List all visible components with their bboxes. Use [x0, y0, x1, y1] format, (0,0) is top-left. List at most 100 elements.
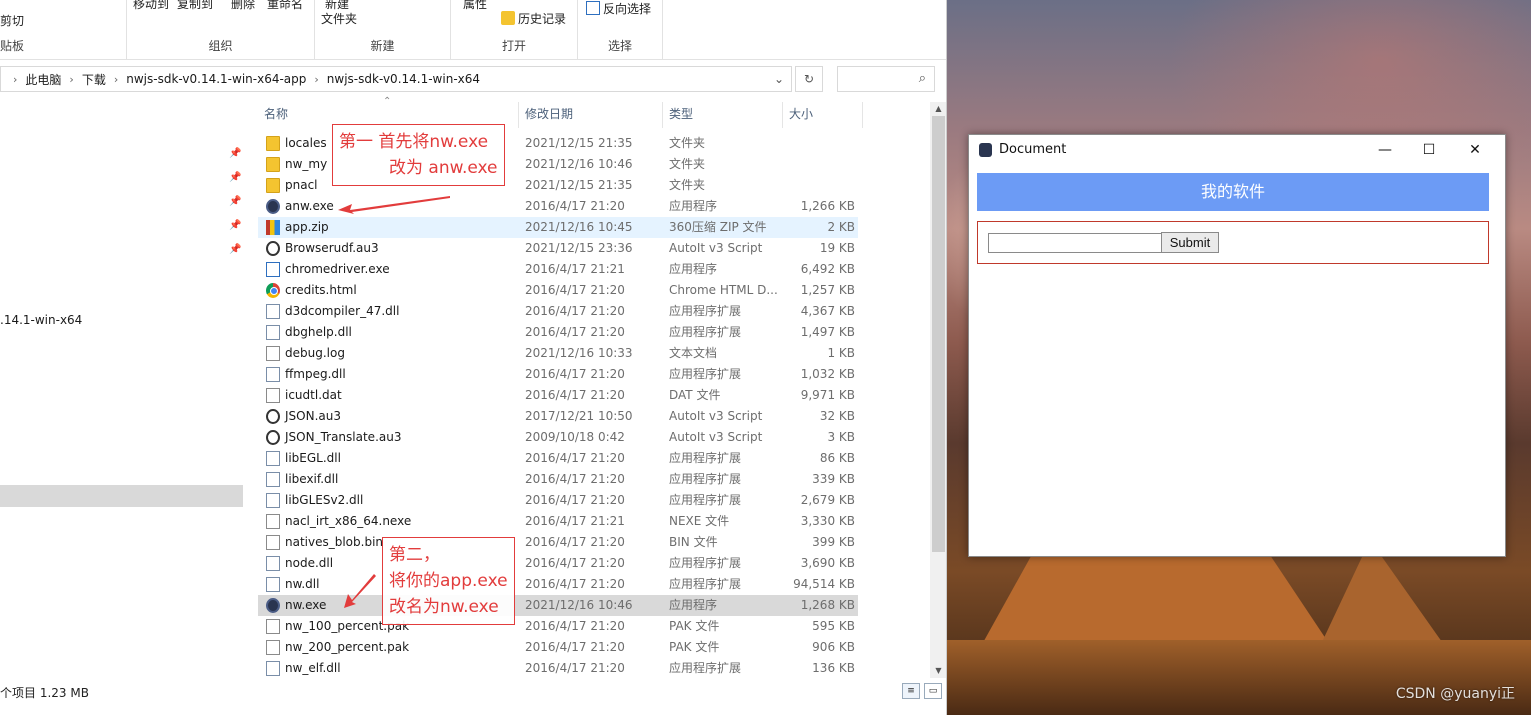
pin-icon[interactable]: 📌 — [229, 196, 241, 207]
column-header-type[interactable]: 类型 — [663, 102, 783, 128]
file-row[interactable]: icudtl.dat 2016/4/17 21:20 DAT 文件 9,971 KB — [258, 385, 858, 406]
file-row[interactable]: credits.html 2016/4/17 21:20 Chrome HTML D… — [258, 280, 858, 301]
search-icon: ⌕ — [918, 71, 926, 86]
file-row[interactable]: libGLESv2.dll 2016/4/17 21:20 应用程序扩展 2,679 … — [258, 490, 858, 511]
history-button[interactable]: 历史记录 — [501, 10, 566, 27]
ribbon-group-new: 新建 文件夹 新建 — [315, 0, 451, 60]
invert-selection-button[interactable]: 反向选择 — [586, 0, 651, 17]
file-row[interactable]: d3dcompiler_47.dll 2016/4/17 21:20 应用程序扩展 4… — [258, 301, 858, 322]
properties-button[interactable]: 属性 — [463, 0, 487, 12]
file-date: 2016/4/17 21:20 — [525, 535, 625, 549]
pin-icon[interactable]: 📌 — [229, 172, 241, 183]
minimize-icon[interactable]: — — [1365, 139, 1405, 161]
ribbon-group-select: 反向选择 选择 — [578, 0, 663, 60]
status-bar: 个项目 1.23 MB ≡ ▭ — [0, 680, 946, 704]
file-date: 2016/4/17 21:20 — [525, 577, 625, 591]
breadcrumb-item[interactable]: 下载 — [82, 71, 106, 88]
file-row[interactable]: ffmpeg.dll 2016/4/17 21:20 应用程序扩展 1,032 KB — [258, 364, 858, 385]
invert-selection-icon — [586, 1, 600, 15]
file-type: 应用程序 — [669, 598, 718, 612]
maximize-icon[interactable]: ☐ — [1409, 139, 1449, 161]
file-row[interactable]: JSON.au3 2017/12/21 10:50 AutoIt v3 Script… — [258, 406, 858, 427]
file-date: 2016/4/17 21:20 — [525, 472, 625, 486]
file-row[interactable]: nw_100_percent.pak 2016/4/17 21:20 PAK 文件 5… — [258, 616, 858, 637]
large-icons-view-icon[interactable]: ▭ — [924, 683, 942, 699]
file-row[interactable]: nw_elf.dll 2016/4/17 21:20 应用程序扩展 136 KB — [258, 658, 858, 678]
file-name: nw_200_percent.pak — [285, 640, 410, 654]
file-name: pnacl — [285, 178, 318, 192]
scroll-down-arrow-icon[interactable]: ▼ — [930, 664, 946, 678]
nav-item-folder[interactable]: .14.1-win-x64 — [0, 313, 82, 327]
file-date: 2016/4/17 21:20 — [525, 304, 625, 318]
annotation-step-two-line2: 将你的app.exe — [389, 571, 508, 591]
vertical-scrollbar[interactable]: ▲ ▼ — [930, 102, 946, 678]
refresh-icon[interactable]: ↻ — [795, 66, 823, 92]
file-row[interactable]: debug.log 2021/12/16 10:33 文本文档 1 KB — [258, 343, 858, 364]
app-text-input[interactable] — [988, 233, 1162, 253]
file-row[interactable]: natives_blob.bin 2016/4/17 21:20 BIN 文件 399… — [258, 532, 858, 553]
app-window-icon — [266, 262, 280, 277]
file-name: node.dll — [285, 556, 334, 570]
search-input[interactable]: ⌕ — [837, 66, 935, 92]
autoit-script-icon — [266, 241, 280, 256]
dll-file-icon — [266, 493, 280, 508]
scroll-thumb[interactable] — [932, 116, 945, 552]
file-date: 2021/12/16 10:46 — [525, 157, 633, 171]
breadcrumb[interactable]: › 此电脑 › 下载 › nwjs-sdk-v0.14.1-win-x64-ap… — [0, 66, 792, 92]
file-date: 2021/12/15 23:36 — [525, 241, 633, 255]
file-row[interactable]: chromedriver.exe 2016/4/17 21:21 应用程序 6,492… — [258, 259, 858, 280]
close-icon[interactable]: ✕ — [1455, 139, 1495, 161]
breadcrumb-item[interactable]: 此电脑 — [25, 71, 61, 88]
copy-to-button[interactable]: 复制到 — [177, 0, 213, 12]
app-header: 我的软件 — [977, 173, 1489, 211]
file-size: 9,971 KB — [800, 388, 855, 402]
file-name: credits.html — [285, 283, 357, 297]
file-row[interactable]: Browserudf.au3 2021/12/15 23:36 AutoIt v3 … — [258, 238, 858, 259]
file-size: 2 KB — [827, 220, 855, 234]
app-titlebar[interactable]: Document — ☐ ✕ — [969, 135, 1505, 165]
file-date: 2016/4/17 21:21 — [525, 514, 625, 528]
pin-icon[interactable]: 📌 — [229, 220, 241, 231]
new-folder-button[interactable]: 文件夹 — [321, 10, 357, 27]
details-view-icon[interactable]: ≡ — [902, 683, 920, 699]
delete-button[interactable]: 删除 — [231, 0, 255, 12]
file-name: Browserudf.au3 — [285, 241, 379, 255]
file-row[interactable]: node.dll 2016/4/17 21:20 应用程序扩展 3,690 KB — [258, 553, 858, 574]
scroll-up-arrow-icon[interactable]: ▲ — [930, 102, 946, 116]
pin-icon[interactable]: 📌 — [229, 148, 241, 159]
autoit-script-icon — [266, 409, 280, 424]
file-row[interactable]: JSON_Translate.au3 2009/10/18 0:42 AutoIt … — [258, 427, 858, 448]
file-row[interactable]: libEGL.dll 2016/4/17 21:20 应用程序扩展 86 KB — [258, 448, 858, 469]
file-row[interactable]: app.zip 2021/12/16 10:45 360压缩 ZIP 文件 2 KB — [258, 217, 858, 238]
cut-button[interactable]: 剪切 — [0, 12, 24, 29]
file-row[interactable]: dbghelp.dll 2016/4/17 21:20 应用程序扩展 1,497 KB — [258, 322, 858, 343]
move-to-button[interactable]: 移动到 — [133, 0, 169, 12]
organize-group-label: 组织 — [208, 39, 233, 53]
chevron-down-icon[interactable]: ⌄ — [768, 68, 790, 90]
file-size: 6,492 KB — [800, 262, 855, 276]
file-icon — [266, 346, 280, 361]
file-row[interactable]: libexif.dll 2016/4/17 21:20 应用程序扩展 339 KB — [258, 469, 858, 490]
file-date: 2016/4/17 21:20 — [525, 325, 625, 339]
nav-item-selected[interactable] — [0, 485, 243, 507]
column-header-size[interactable]: 大小 — [783, 102, 863, 128]
history-icon — [501, 11, 515, 25]
pin-icon[interactable]: 📌 — [229, 244, 241, 255]
annotation-step-two-line3: 改名为nw.exe — [389, 597, 499, 617]
column-header-date[interactable]: 修改日期 — [519, 102, 663, 128]
file-type: 文本文档 — [669, 346, 718, 360]
breadcrumb-item[interactable]: nwjs-sdk-v0.14.1-win-x64-app — [126, 72, 306, 86]
breadcrumb-item[interactable]: nwjs-sdk-v0.14.1-win-x64 — [327, 72, 480, 86]
file-name: natives_blob.bin — [285, 535, 384, 549]
annotation-step-one: 第一 首先将nw.exe 改为 anw.exe — [332, 124, 505, 186]
file-type: AutoIt v3 Script — [669, 241, 763, 255]
file-date: 2021/12/15 21:35 — [525, 136, 633, 150]
file-type: 应用程序 — [669, 262, 718, 276]
submit-button[interactable]: Submit — [1161, 232, 1219, 253]
file-row[interactable]: nw_200_percent.pak 2016/4/17 21:20 PAK 文件 9… — [258, 637, 858, 658]
file-date: 2016/4/17 21:20 — [525, 556, 625, 570]
annotation-step-one-line1: 第一 首先将nw.exe — [339, 132, 489, 152]
file-row[interactable]: nacl_irt_x86_64.nexe 2016/4/17 21:21 NEXE … — [258, 511, 858, 532]
rename-button[interactable]: 重命名 — [267, 0, 303, 12]
select-group-label: 选择 — [607, 39, 632, 53]
